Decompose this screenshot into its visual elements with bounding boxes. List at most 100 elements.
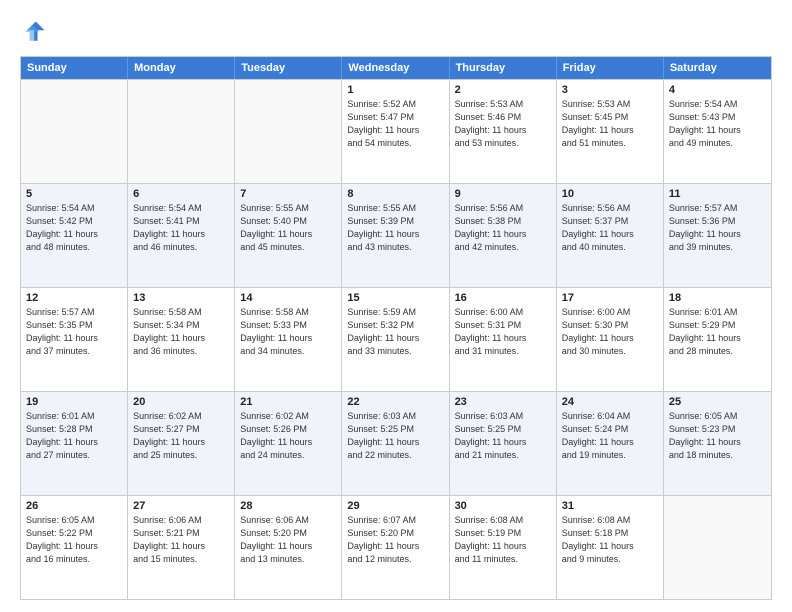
day-number: 16 [455, 292, 551, 304]
day-info: Sunrise: 6:08 AM Sunset: 5:19 PM Dayligh… [455, 514, 551, 566]
page: SundayMondayTuesdayWednesdayThursdayFrid… [0, 0, 792, 612]
day-info: Sunrise: 6:01 AM Sunset: 5:29 PM Dayligh… [669, 306, 766, 358]
day-info: Sunrise: 5:54 AM Sunset: 5:43 PM Dayligh… [669, 98, 766, 150]
cal-cell: 13 Sunrise: 5:58 AM Sunset: 5:34 PM Dayli… [128, 288, 235, 391]
cal-cell: 6Sunrise: 5:54 AM Sunset: 5:41 PM Daylig… [128, 184, 235, 287]
cal-cell: 2 Sunrise: 5:53 AM Sunset: 5:46 PM Daylig… [450, 80, 557, 183]
day-info: Sunrise: 5:57 AM Sunset: 5:35 PM Dayligh… [26, 306, 122, 358]
day-number: 7 [240, 188, 336, 200]
day-info: Sunrise: 6:01 AM Sunset: 5:28 PM Dayligh… [26, 410, 122, 462]
calendar-header-row: SundayMondayTuesdayWednesdayThursdayFrid… [21, 57, 771, 79]
cal-cell: 30 Sunrise: 6:08 AM Sunset: 5:19 PM Dayli… [450, 496, 557, 599]
cal-cell: 26 Sunrise: 6:05 AM Sunset: 5:22 PM Dayli… [21, 496, 128, 599]
day-info: Sunrise: 5:52 AM Sunset: 5:47 PM Dayligh… [347, 98, 443, 150]
cal-cell: 23Sunrise: 6:03 AM Sunset: 5:25 PM Dayli… [450, 392, 557, 495]
cal-cell: 17 Sunrise: 6:00 AM Sunset: 5:30 PM Dayli… [557, 288, 664, 391]
cal-cell: 14 Sunrise: 5:58 AM Sunset: 5:33 PM Dayli… [235, 288, 342, 391]
day-number: 5 [26, 188, 122, 200]
cal-cell: 10 Sunrise: 5:56 AM Sunset: 5:37 PM Dayli… [557, 184, 664, 287]
day-number: 9 [455, 188, 551, 200]
day-info: Sunrise: 5:53 AM Sunset: 5:46 PM Dayligh… [455, 98, 551, 150]
cal-cell: 7Sunrise: 5:55 AM Sunset: 5:40 PM Daylig… [235, 184, 342, 287]
cal-cell: 11 Sunrise: 5:57 AM Sunset: 5:36 PM Dayli… [664, 184, 771, 287]
cal-cell [128, 80, 235, 183]
cal-cell: 21 Sunrise: 6:02 AM Sunset: 5:26 PM Dayli… [235, 392, 342, 495]
day-info: Sunrise: 5:53 AM Sunset: 5:45 PM Dayligh… [562, 98, 658, 150]
cal-cell: 29 Sunrise: 6:07 AM Sunset: 5:20 PM Dayli… [342, 496, 449, 599]
day-number: 29 [347, 500, 443, 512]
cal-cell: 22Sunrise: 6:03 AM Sunset: 5:25 PM Dayli… [342, 392, 449, 495]
day-info: Sunrise: 6:06 AM Sunset: 5:21 PM Dayligh… [133, 514, 229, 566]
day-number: 25 [669, 396, 766, 408]
day-info: Sunrise: 6:05 AM Sunset: 5:23 PM Dayligh… [669, 410, 766, 462]
day-info: Sunrise: 5:59 AM Sunset: 5:32 PM Dayligh… [347, 306, 443, 358]
cal-cell: 8 Sunrise: 5:55 AM Sunset: 5:39 PM Daylig… [342, 184, 449, 287]
day-info: Sunrise: 5:58 AM Sunset: 5:33 PM Dayligh… [240, 306, 336, 358]
day-info: Sunrise: 6:03 AM Sunset: 5:25 PM Dayligh… [455, 410, 551, 462]
day-number: 6 [133, 188, 229, 200]
header [20, 18, 772, 46]
cal-cell: 4 Sunrise: 5:54 AM Sunset: 5:43 PM Daylig… [664, 80, 771, 183]
header-cell-wednesday: Wednesday [342, 57, 449, 79]
day-info: Sunrise: 6:00 AM Sunset: 5:30 PM Dayligh… [562, 306, 658, 358]
day-info: Sunrise: 6:05 AM Sunset: 5:22 PM Dayligh… [26, 514, 122, 566]
day-info: Sunrise: 5:58 AM Sunset: 5:34 PM Dayligh… [133, 306, 229, 358]
cal-cell: 24 Sunrise: 6:04 AM Sunset: 5:24 PM Dayli… [557, 392, 664, 495]
header-cell-friday: Friday [557, 57, 664, 79]
calendar-body: 1Sunrise: 5:52 AM Sunset: 5:47 PM Daylig… [21, 79, 771, 599]
cal-cell: 18 Sunrise: 6:01 AM Sunset: 5:29 PM Dayli… [664, 288, 771, 391]
day-info: Sunrise: 5:57 AM Sunset: 5:36 PM Dayligh… [669, 202, 766, 254]
cal-cell: 20Sunrise: 6:02 AM Sunset: 5:27 PM Dayli… [128, 392, 235, 495]
cal-cell [235, 80, 342, 183]
day-number: 21 [240, 396, 336, 408]
day-info: Sunrise: 5:54 AM Sunset: 5:42 PM Dayligh… [26, 202, 122, 254]
day-number: 4 [669, 84, 766, 96]
day-info: Sunrise: 6:08 AM Sunset: 5:18 PM Dayligh… [562, 514, 658, 566]
day-number: 27 [133, 500, 229, 512]
logo [20, 18, 52, 46]
week-row-2: 12 Sunrise: 5:57 AM Sunset: 5:35 PM Dayli… [21, 287, 771, 391]
day-number: 8 [347, 188, 443, 200]
day-number: 22 [347, 396, 443, 408]
day-number: 12 [26, 292, 122, 304]
cal-cell: 31 Sunrise: 6:08 AM Sunset: 5:18 PM Dayli… [557, 496, 664, 599]
day-number: 2 [455, 84, 551, 96]
cal-cell: 3Sunrise: 5:53 AM Sunset: 5:45 PM Daylig… [557, 80, 664, 183]
header-cell-sunday: Sunday [21, 57, 128, 79]
day-info: Sunrise: 5:56 AM Sunset: 5:38 PM Dayligh… [455, 202, 551, 254]
cal-cell [664, 496, 771, 599]
cal-cell: 25 Sunrise: 6:05 AM Sunset: 5:23 PM Dayli… [664, 392, 771, 495]
day-info: Sunrise: 5:56 AM Sunset: 5:37 PM Dayligh… [562, 202, 658, 254]
header-cell-thursday: Thursday [450, 57, 557, 79]
day-number: 28 [240, 500, 336, 512]
day-number: 18 [669, 292, 766, 304]
cal-cell: 16Sunrise: 6:00 AM Sunset: 5:31 PM Dayli… [450, 288, 557, 391]
day-number: 31 [562, 500, 658, 512]
day-number: 30 [455, 500, 551, 512]
day-info: Sunrise: 6:02 AM Sunset: 5:27 PM Dayligh… [133, 410, 229, 462]
header-cell-monday: Monday [128, 57, 235, 79]
header-cell-tuesday: Tuesday [235, 57, 342, 79]
day-info: Sunrise: 6:07 AM Sunset: 5:20 PM Dayligh… [347, 514, 443, 566]
day-number: 11 [669, 188, 766, 200]
day-number: 26 [26, 500, 122, 512]
week-row-3: 19 Sunrise: 6:01 AM Sunset: 5:28 PM Dayli… [21, 391, 771, 495]
week-row-0: 1Sunrise: 5:52 AM Sunset: 5:47 PM Daylig… [21, 79, 771, 183]
day-number: 10 [562, 188, 658, 200]
day-number: 15 [347, 292, 443, 304]
day-number: 13 [133, 292, 229, 304]
day-info: Sunrise: 5:55 AM Sunset: 5:39 PM Dayligh… [347, 202, 443, 254]
cal-cell [21, 80, 128, 183]
day-number: 24 [562, 396, 658, 408]
day-info: Sunrise: 6:06 AM Sunset: 5:20 PM Dayligh… [240, 514, 336, 566]
header-cell-saturday: Saturday [664, 57, 771, 79]
cal-cell: 19 Sunrise: 6:01 AM Sunset: 5:28 PM Dayli… [21, 392, 128, 495]
cal-cell: 9 Sunrise: 5:56 AM Sunset: 5:38 PM Daylig… [450, 184, 557, 287]
day-info: Sunrise: 6:04 AM Sunset: 5:24 PM Dayligh… [562, 410, 658, 462]
cal-cell: 5 Sunrise: 5:54 AM Sunset: 5:42 PM Daylig… [21, 184, 128, 287]
day-number: 17 [562, 292, 658, 304]
cal-cell: 12 Sunrise: 5:57 AM Sunset: 5:35 PM Dayli… [21, 288, 128, 391]
day-number: 19 [26, 396, 122, 408]
day-info: Sunrise: 6:02 AM Sunset: 5:26 PM Dayligh… [240, 410, 336, 462]
day-number: 14 [240, 292, 336, 304]
